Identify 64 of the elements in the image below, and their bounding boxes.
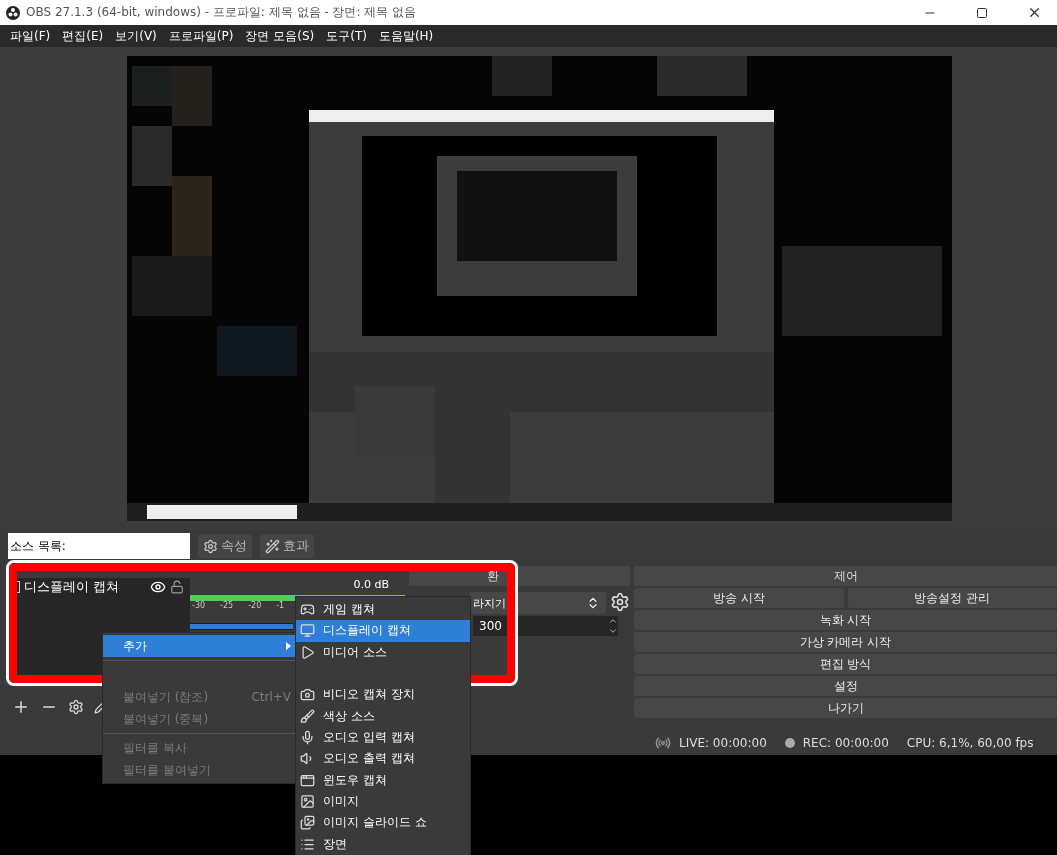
menu-item[interactable]: 오디오 출력 캡쳐 — [296, 748, 470, 770]
add-icon[interactable] — [12, 698, 30, 716]
menu-item[interactable]: 장면 — [296, 833, 470, 855]
record-dot-icon — [784, 737, 795, 748]
volume-reading: 0.0 dB — [353, 578, 389, 591]
duration-field[interactable]: 300 — [473, 616, 618, 636]
control-button[interactable]: 편집 방식 — [634, 654, 1057, 674]
dock-title: 소스 목록: — [8, 533, 190, 559]
menu-item[interactable]: 이미지 — [296, 790, 470, 813]
menu-item[interactable]: 미디어 소스 — [296, 641, 470, 663]
menu-item[interactable]: 윈도우 캡쳐 — [296, 769, 470, 791]
images-icon — [300, 815, 315, 831]
settings-icon[interactable] — [610, 592, 630, 612]
meter-tick-label: -30 — [192, 601, 206, 610]
menu-item[interactable]: 비디오 캡쳐 장치 — [296, 684, 470, 706]
meter-tick-label: -25 — [220, 601, 234, 610]
eye-icon[interactable] — [150, 579, 166, 595]
control-button[interactable]: 나가기 — [634, 698, 1057, 718]
cpu-status: CPU: 6,1%, 60,00 fps — [906, 735, 1034, 750]
microphone-icon — [300, 730, 315, 746]
properties-button[interactable]: 속성 — [198, 534, 252, 558]
image-icon — [300, 794, 315, 810]
window-icon — [300, 772, 315, 788]
menu-item[interactable]: 이미지 슬라이드 쇼 — [296, 812, 470, 834]
menu-item[interactable]: 색상 소스 — [296, 705, 470, 727]
monitor-icon — [300, 623, 315, 639]
app-logo-icon — [6, 5, 20, 20]
meter-tick-label: -20 — [248, 601, 262, 610]
menu-item[interactable]: 보기(V) — [109, 27, 163, 45]
menu-item[interactable]: 게임 캡쳐 — [296, 599, 470, 621]
unlocked-icon[interactable] — [170, 580, 184, 594]
settings-icon[interactable] — [68, 699, 84, 715]
menu-item[interactable]: 디스플레이 캡쳐 — [296, 620, 470, 642]
wand-icon — [265, 538, 280, 554]
live-status: LIVE: 00:00:00 — [679, 735, 767, 750]
camera-icon — [300, 687, 315, 703]
chevron-up-icon[interactable] — [608, 616, 618, 626]
control-button[interactable]: 방송 시작 — [634, 588, 844, 608]
menu-item[interactable]: 파일(F) — [4, 27, 57, 45]
dock-header: 제어 — [634, 566, 1057, 586]
volume-slider[interactable] — [190, 623, 293, 630]
list-icon — [300, 836, 315, 852]
menu-item[interactable]: 도구(T) — [320, 27, 373, 45]
menu-item[interactable]: 오디오 입력 캡쳐 — [296, 726, 470, 749]
menu-item[interactable]: 편집(E) — [56, 27, 110, 45]
menu-item[interactable]: 추가 — [103, 635, 297, 657]
control-button[interactable]: 방송설정 관리 — [847, 588, 1057, 608]
menu-item[interactable]: 도움말(H) — [372, 27, 440, 45]
source-name[interactable]: 디스플레이 캡쳐 — [24, 578, 146, 596]
control-button[interactable]: 가상 카메라 시작 — [634, 632, 1057, 652]
rec-status: REC: 00:00:00 — [802, 735, 889, 750]
maximize-icon[interactable] — [976, 6, 988, 19]
brush-icon — [300, 708, 315, 724]
chevron-down-icon[interactable] — [608, 626, 618, 636]
transition-select[interactable]: 라지기 — [469, 592, 606, 614]
menu-item[interactable]: 프로파일(P) — [162, 27, 240, 45]
meter-tick-label: -1 — [276, 601, 285, 610]
window-title: OBS 27.1.3 (64-bit, windows) - 프로파일: 제목 없음 - 장면: 제목 없음 — [26, 4, 418, 21]
filters-button[interactable]: 효과 — [260, 534, 314, 558]
menu-item[interactable]: 장면 모음(S) — [239, 27, 321, 45]
control-button[interactable]: 설정 — [634, 676, 1057, 696]
control-button[interactable]: 녹화 시작 — [634, 610, 1057, 630]
play-icon — [300, 644, 315, 660]
gear-icon — [203, 538, 218, 554]
